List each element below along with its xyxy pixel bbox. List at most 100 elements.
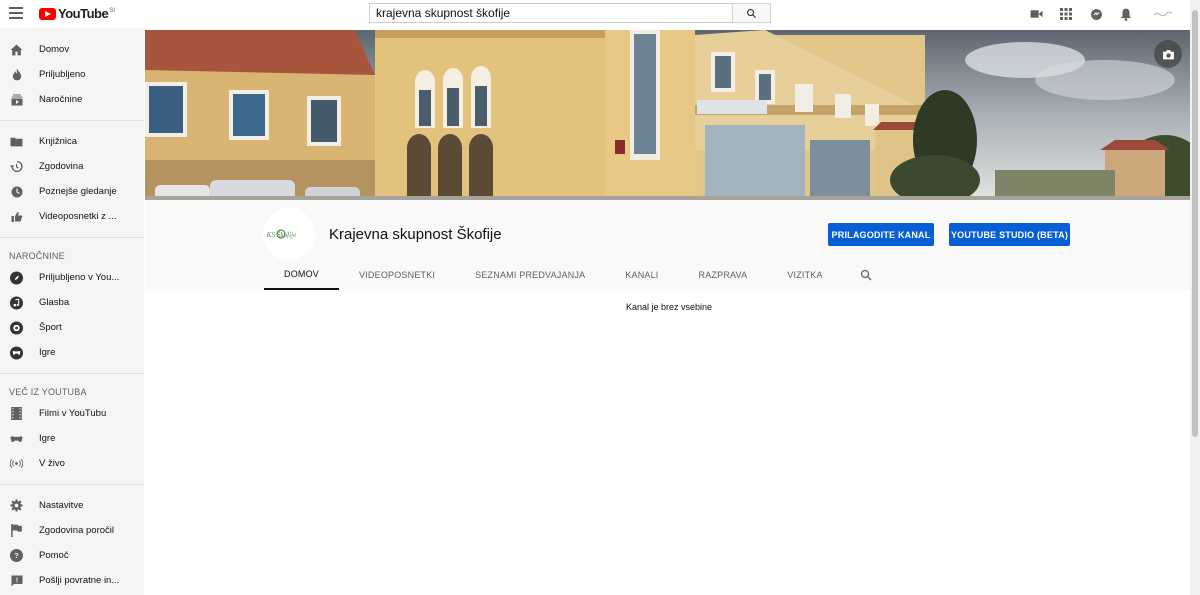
- history-icon: [10, 160, 23, 173]
- sidebar-item-sport-channel[interactable]: Šport: [0, 315, 144, 340]
- sidebar-item-help[interactable]: ? Pomoč: [0, 543, 144, 568]
- customize-channel-button[interactable]: PRILAGODITE KANAL: [828, 223, 934, 246]
- sidebar-item-label: Priljubljeno v You...: [39, 272, 120, 283]
- sidebar-item-label: Knjižnica: [39, 136, 78, 147]
- sidebar-item-label: Igre: [39, 433, 56, 444]
- gaming-icon: [10, 432, 23, 445]
- sidebar-item-popular-channel[interactable]: Priljubljeno v You...: [0, 265, 144, 290]
- music-channel-icon: [10, 296, 23, 309]
- sidebar-item-report-history[interactable]: Zgodovina poročil: [0, 518, 144, 543]
- tab-videos[interactable]: VIDEOPOSNETKI: [339, 260, 455, 290]
- sidebar-item-label: Glasba: [39, 297, 70, 308]
- channel-search-button[interactable]: [851, 260, 881, 290]
- sidebar-divider: [0, 120, 144, 121]
- sidebar-item-label: Nastavitve: [39, 500, 84, 511]
- home-icon: [10, 43, 23, 56]
- sidebar-item-send-feedback[interactable]: Pošlji povratne in...: [0, 568, 144, 593]
- channel-name: Krajevna skupnost Škofije: [329, 226, 502, 243]
- popular-channel-icon: [10, 271, 23, 284]
- sidebar-item-subscriptions[interactable]: Naročnine: [0, 87, 144, 112]
- banner-image: [145, 30, 1190, 200]
- account-avatar[interactable]: [1152, 6, 1174, 22]
- tab-playlists[interactable]: SEZNAMI PREDVAJANJA: [455, 260, 605, 290]
- sidebar-item-label: Igre: [39, 347, 56, 358]
- logo-country-code: SI: [109, 7, 115, 14]
- library-icon: [10, 135, 23, 148]
- channel-logo: KS Škofije: [266, 229, 298, 239]
- svg-text:?: ?: [14, 551, 19, 560]
- sidebar-item-label: V živo: [39, 458, 65, 469]
- tab-discussion[interactable]: RAZPRAVA: [679, 260, 768, 290]
- sidebar-item-label: Domov: [39, 44, 70, 55]
- sidebar-item-label: Zgodovina: [39, 161, 84, 172]
- sidebar-item-liked-videos[interactable]: Videoposnetki z ...: [0, 204, 144, 229]
- sidebar: Domov Priljubljeno Naročnine Knjižnica Z…: [0, 28, 144, 595]
- menu-icon[interactable]: [9, 7, 23, 19]
- flag-icon: [10, 524, 23, 537]
- subscriptions-heading: NAROČNINE: [9, 250, 65, 261]
- sidebar-item-label: Pošlji povratne in...: [39, 575, 120, 586]
- youtube-play-icon: [39, 7, 56, 20]
- sidebar-item-label: Pomoč: [39, 550, 69, 561]
- page-scrollbar[interactable]: [1190, 0, 1200, 595]
- empty-channel-message: Kanal je brez vsebine: [626, 302, 713, 312]
- scrollbar-thumb[interactable]: [1192, 10, 1198, 437]
- live-icon: [10, 457, 23, 470]
- channel-tabs: DOMOV VIDEOPOSNETKI SEZNAMI PREDVAJANJA …: [264, 260, 881, 290]
- trending-icon: [10, 68, 23, 81]
- sport-channel-icon: [10, 321, 23, 334]
- sidebar-item-movies[interactable]: Filmi v YouTubu: [0, 401, 144, 426]
- apps-icon[interactable]: [1058, 6, 1074, 22]
- sidebar-divider: [0, 373, 144, 374]
- tab-about[interactable]: VIZITKA: [767, 260, 842, 290]
- feedback-icon: [10, 574, 23, 587]
- sidebar-divider: [0, 484, 144, 485]
- camera-icon: [1162, 49, 1174, 59]
- search-button[interactable]: [732, 3, 771, 23]
- help-icon: ?: [10, 549, 23, 562]
- subscriptions-icon: [10, 93, 23, 106]
- sidebar-item-gaming-channel[interactable]: Igre: [0, 340, 144, 365]
- sidebar-item-history[interactable]: Zgodovina: [0, 154, 144, 179]
- search-input[interactable]: [369, 3, 732, 23]
- sidebar-item-home[interactable]: Domov: [0, 37, 144, 62]
- sidebar-item-label: Filmi v YouTubu: [39, 408, 107, 419]
- sidebar-item-trending[interactable]: Priljubljeno: [0, 62, 144, 87]
- gaming-channel-icon: [10, 346, 23, 359]
- sidebar-item-label: Zgodovina poročil: [39, 525, 114, 536]
- top-actions: [1014, 6, 1174, 22]
- sidebar-item-label: Poznejše gledanje: [39, 186, 117, 197]
- sidebar-item-label: Šport: [39, 322, 62, 333]
- logo-text: YouTube: [58, 6, 109, 21]
- search-bar: [369, 3, 771, 23]
- sidebar-item-library[interactable]: Knjižnica: [0, 129, 144, 154]
- sidebar-item-watch-later[interactable]: Poznejše gledanje: [0, 179, 144, 204]
- sidebar-divider: [0, 237, 144, 238]
- sidebar-item-settings[interactable]: Nastavitve: [0, 493, 144, 518]
- youtube-studio-button[interactable]: YOUTUBE STUDIO (BETA): [949, 223, 1070, 246]
- tab-home[interactable]: DOMOV: [264, 260, 340, 290]
- movies-icon: [10, 407, 23, 420]
- create-video-icon[interactable]: [1028, 6, 1044, 22]
- youtube-logo[interactable]: YouTube SI: [39, 6, 115, 21]
- sidebar-item-label: Videoposnetki z ...: [39, 211, 117, 222]
- sidebar-item-music-channel[interactable]: Glasba: [0, 290, 144, 315]
- notifications-icon[interactable]: [1118, 6, 1134, 22]
- watch-later-icon: [10, 185, 23, 198]
- tab-channels[interactable]: KANALI: [605, 260, 678, 290]
- more-from-youtube-heading: VEČ IZ YOUTUBA: [9, 386, 87, 397]
- channel-banner: [145, 30, 1190, 200]
- change-banner-button[interactable]: [1154, 40, 1182, 68]
- liked-icon: [10, 210, 23, 223]
- sidebar-item-label: Priljubljeno: [39, 69, 86, 80]
- sidebar-item-label: Naročnine: [39, 94, 83, 105]
- channel-avatar[interactable]: KS Škofije: [263, 208, 315, 260]
- channel-header: KS Škofije Krajevna skupnost Škofije PRI…: [145, 200, 1190, 290]
- messages-icon[interactable]: [1088, 6, 1104, 22]
- gear-icon: [10, 499, 23, 512]
- search-icon: [747, 8, 757, 18]
- sidebar-item-live[interactable]: V živo: [0, 451, 144, 476]
- top-bar: YouTube SI: [0, 0, 1190, 28]
- search-icon: [860, 269, 872, 281]
- sidebar-item-gaming[interactable]: Igre: [0, 426, 144, 451]
